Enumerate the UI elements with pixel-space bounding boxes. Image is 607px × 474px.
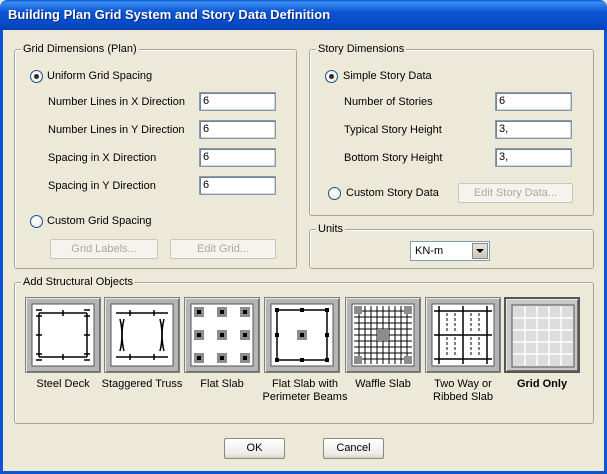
custom-story-data-radio[interactable] [328,187,341,200]
grid-only-label: Grid Only [516,378,568,390]
waffle-slab-tile[interactable] [345,297,421,373]
grid-only-icon [511,304,575,368]
units-legend: Units [316,223,346,236]
flat-slab-label: Flat Slab [200,378,244,390]
simple-story-data-radio[interactable] [325,70,338,83]
story-dimensions-legend: Story Dimensions [316,43,407,56]
num-lines-y-label: Number Lines in Y Direction [48,124,185,136]
number-of-stories-input[interactable]: 6 [495,92,572,111]
window-title: Building Plan Grid System and Story Data… [8,7,331,22]
spacing-y-label: Spacing in Y Direction [48,180,156,192]
chevron-down-icon[interactable] [472,243,488,259]
waffle-slab-icon [351,303,415,367]
structural-objects-legend: Add Structural Objects [21,276,136,289]
num-lines-x-input[interactable]: 6 [199,92,276,111]
units-dropdown-value: KN-m [415,245,444,257]
edit-story-data-button[interactable]: Edit Story Data... [458,183,573,203]
title-bar[interactable]: Building Plan Grid System and Story Data… [0,0,607,30]
bottom-story-height-input[interactable]: 3, [495,148,572,167]
uniform-grid-spacing-label[interactable]: Uniform Grid Spacing [47,70,152,82]
spacing-x-label: Spacing in X Direction [48,152,157,164]
spacing-y-input[interactable]: 6 [199,176,276,195]
edit-grid-button[interactable]: Edit Grid... [170,239,276,259]
uniform-grid-spacing-radio[interactable] [30,70,43,83]
window-frame-left [0,30,3,474]
ribbed-slab-label: Two Way or Ribbed Slab [433,378,493,403]
cancel-button[interactable]: Cancel [323,438,384,459]
waffle-slab-label: Waffle Slab [355,378,411,390]
number-of-stories-label: Number of Stories [344,96,433,108]
num-lines-y-input[interactable]: 6 [199,120,276,139]
units-dropdown[interactable]: KN-m [410,241,490,261]
custom-grid-spacing-radio[interactable] [30,215,43,228]
staggered-truss-label: Staggered Truss [101,378,183,390]
grid-only-tile[interactable] [504,297,580,373]
flat-slab-tile[interactable] [184,297,260,373]
num-lines-x-label: Number Lines in X Direction [48,96,185,108]
staggered-truss-tile[interactable] [104,297,180,373]
ribbed-slab-tile[interactable] [425,297,501,373]
steel-deck-icon [31,303,95,367]
steel-deck-tile[interactable] [25,297,101,373]
ok-button[interactable]: OK [224,438,285,459]
flat-slab-icon [190,303,254,367]
grid-dimensions-legend: Grid Dimensions (Plan) [21,43,139,56]
custom-story-data-label[interactable]: Custom Story Data [346,187,439,199]
custom-grid-spacing-label[interactable]: Custom Grid Spacing [47,215,152,227]
simple-story-data-label[interactable]: Simple Story Data [343,70,432,82]
typical-story-height-label: Typical Story Height [344,124,442,136]
grid-labels-button[interactable]: Grid Labels... [50,239,158,259]
steel-deck-label: Steel Deck [36,378,90,390]
flat-slab-perimeter-tile[interactable] [264,297,340,373]
staggered-truss-icon [110,303,174,367]
bottom-story-height-label: Bottom Story Height [344,152,443,164]
flat-slab-perimeter-label: Flat Slab with Perimeter Beams [262,378,348,403]
typical-story-height-input[interactable]: 3, [495,120,572,139]
spacing-x-input[interactable]: 6 [199,148,276,167]
flat-slab-perimeter-icon [270,303,334,367]
ribbed-slab-icon [431,303,495,367]
